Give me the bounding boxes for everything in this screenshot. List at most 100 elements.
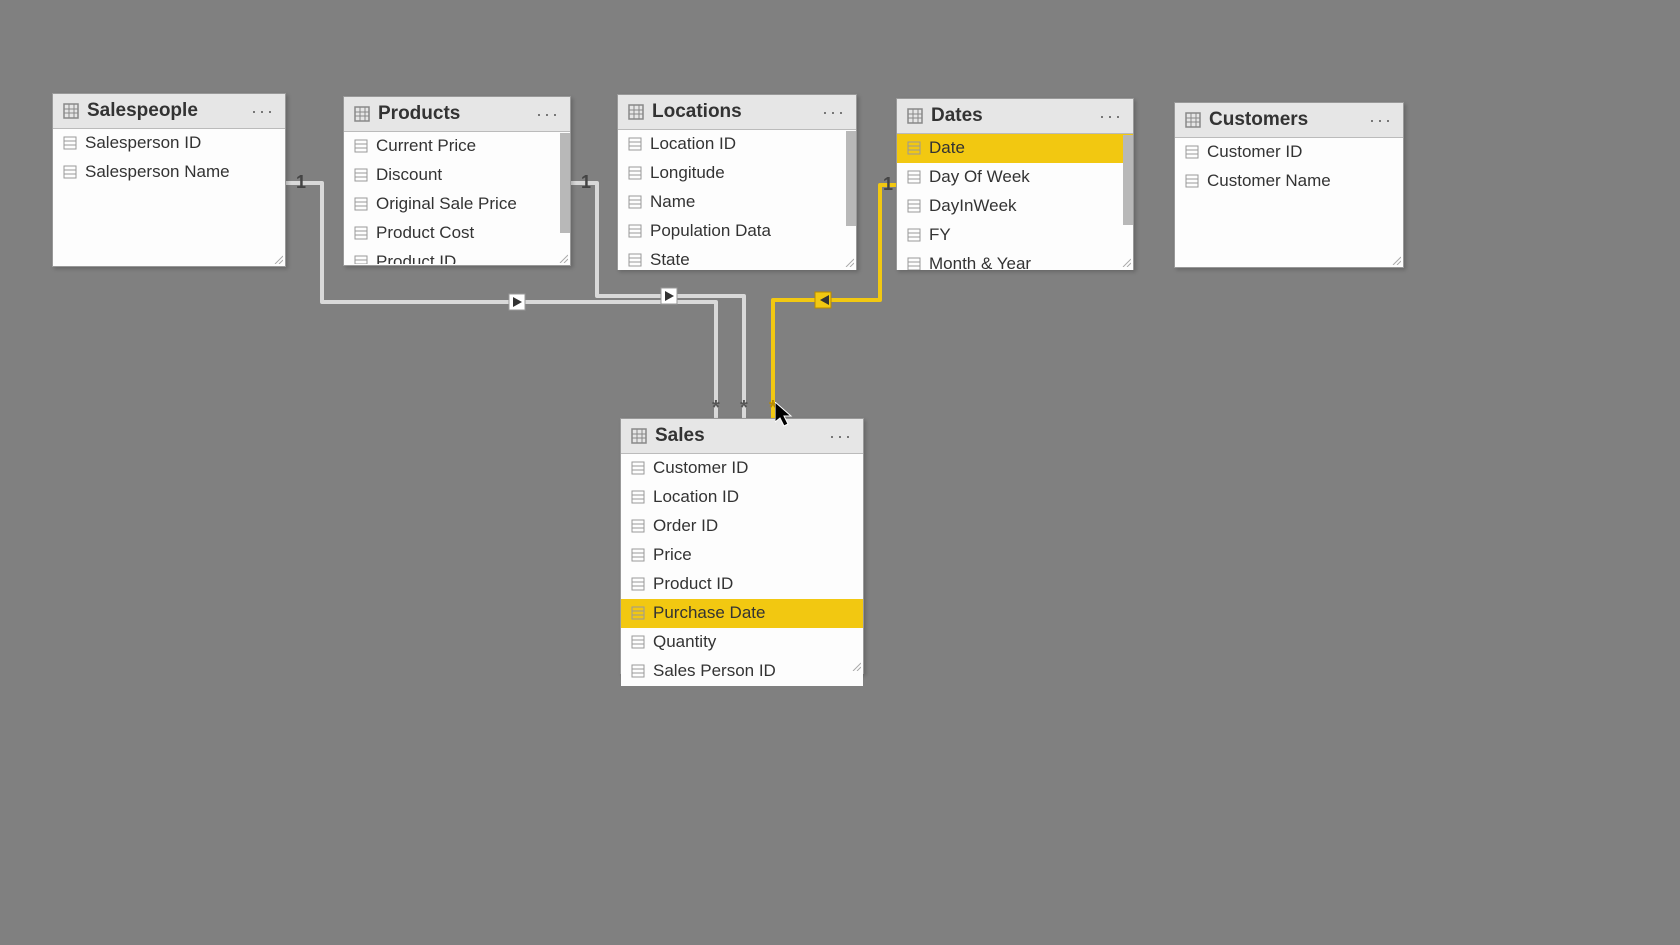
field-longitude[interactable]: Longitude: [618, 159, 856, 188]
field-label: Customer ID: [653, 458, 748, 478]
field-label: Discount: [376, 165, 442, 185]
filter-direction-arrow-dates: [815, 292, 831, 308]
cardinality-one-salespeople: 1: [296, 172, 306, 192]
table-header-products[interactable]: Products ···: [344, 97, 570, 132]
resize-grip-icon[interactable]: [1121, 257, 1131, 267]
table-header-dates[interactable]: Dates ···: [897, 99, 1133, 134]
field-label: Month & Year: [929, 254, 1031, 270]
column-icon: [628, 195, 642, 209]
resize-grip-icon[interactable]: [273, 254, 283, 264]
column-icon: [631, 461, 645, 475]
field-salesperson-id[interactable]: Salesperson ID: [53, 129, 285, 158]
table-title: Dates: [931, 105, 983, 127]
field-label: Salesperson Name: [85, 162, 230, 182]
table-salespeople[interactable]: Salespeople ··· Salesperson ID Salespers…: [52, 93, 286, 267]
column-icon: [1185, 145, 1199, 159]
table-dates[interactable]: Dates ··· Date Day Of Week DayInWeek FY …: [896, 98, 1134, 270]
resize-grip-icon[interactable]: [844, 257, 854, 267]
field-customer-name[interactable]: Customer Name: [1175, 167, 1403, 196]
table-menu-button[interactable]: ···: [822, 102, 846, 123]
field-label: Longitude: [650, 163, 725, 183]
field-sales-salesperson-id[interactable]: Sales Person ID: [621, 657, 863, 686]
field-name[interactable]: Name: [618, 188, 856, 217]
column-icon: [631, 519, 645, 533]
column-icon: [63, 136, 77, 150]
resize-grip-icon[interactable]: [558, 253, 568, 263]
table-header-sales[interactable]: Sales ···: [621, 419, 863, 454]
field-label: Customer Name: [1207, 171, 1331, 191]
resize-grip-icon[interactable]: [1391, 255, 1401, 265]
table-menu-button[interactable]: ···: [536, 104, 560, 125]
field-customer-id[interactable]: Customer ID: [1175, 138, 1403, 167]
column-icon: [631, 577, 645, 591]
column-icon: [628, 137, 642, 151]
field-label: Price: [653, 545, 692, 565]
column-icon: [907, 199, 921, 213]
table-header-locations[interactable]: Locations ···: [618, 95, 856, 130]
field-original-sale-price[interactable]: Original Sale Price: [344, 190, 570, 219]
scrollbar-thumb[interactable]: [560, 133, 570, 233]
column-icon: [354, 197, 368, 211]
cursor-icon: [775, 402, 795, 428]
filter-direction-arrow-salespeople: [509, 294, 525, 310]
field-sales-quantity[interactable]: Quantity: [621, 628, 863, 657]
field-date[interactable]: Date: [897, 134, 1133, 163]
table-icon: [1185, 112, 1201, 128]
field-month-year[interactable]: Month & Year: [897, 250, 1133, 270]
field-product-cost[interactable]: Product Cost: [344, 219, 570, 248]
table-header-customers[interactable]: Customers ···: [1175, 103, 1403, 138]
field-label: Product Cost: [376, 223, 474, 243]
column-icon: [628, 224, 642, 238]
table-menu-button[interactable]: ···: [1099, 106, 1123, 127]
field-label: Day Of Week: [929, 167, 1030, 187]
column-icon: [628, 166, 642, 180]
field-product-id[interactable]: Product ID: [344, 248, 570, 264]
scrollbar-thumb[interactable]: [846, 131, 856, 226]
field-label: Customer ID: [1207, 142, 1302, 162]
cardinality-one-products: 1: [581, 172, 591, 192]
column-icon: [354, 226, 368, 240]
table-header-salespeople[interactable]: Salespeople ···: [53, 94, 285, 129]
cardinality-many-1: *: [712, 397, 720, 419]
table-products[interactable]: Products ··· Current Price Discount Orig…: [343, 96, 571, 266]
model-canvas[interactable]: 1 1 1 * * * Salespeople ···: [0, 0, 1680, 945]
field-fy[interactable]: FY: [897, 221, 1133, 250]
field-sales-order-id[interactable]: Order ID: [621, 512, 863, 541]
table-icon: [63, 103, 79, 119]
field-label: Current Price: [376, 136, 476, 156]
column-icon: [628, 253, 642, 267]
field-dayinweek[interactable]: DayInWeek: [897, 192, 1133, 221]
field-current-price[interactable]: Current Price: [344, 132, 570, 161]
field-label: State: [650, 250, 690, 270]
scrollbar-thumb[interactable]: [1123, 135, 1133, 225]
field-sales-purchase-date[interactable]: Purchase Date: [621, 599, 863, 628]
table-customers[interactable]: Customers ··· Customer ID Customer Name: [1174, 102, 1404, 268]
column-icon: [631, 606, 645, 620]
table-title: Locations: [652, 101, 742, 123]
field-day-of-week[interactable]: Day Of Week: [897, 163, 1133, 192]
field-list: Customer ID Customer Name: [1175, 138, 1403, 196]
field-sales-customer-id[interactable]: Customer ID: [621, 454, 863, 483]
field-location-id[interactable]: Location ID: [618, 130, 856, 159]
field-discount[interactable]: Discount: [344, 161, 570, 190]
field-sales-price[interactable]: Price: [621, 541, 863, 570]
field-sales-product-id[interactable]: Product ID: [621, 570, 863, 599]
field-population-data[interactable]: Population Data: [618, 217, 856, 246]
resize-grip-icon[interactable]: [851, 661, 861, 671]
field-list: Salesperson ID Salesperson Name: [53, 129, 285, 187]
field-label: Location ID: [650, 134, 736, 154]
field-label: Original Sale Price: [376, 194, 517, 214]
field-sales-location-id[interactable]: Location ID: [621, 483, 863, 512]
field-label: Purchase Date: [653, 603, 765, 623]
field-label: Product ID: [376, 252, 456, 264]
table-menu-button[interactable]: ···: [829, 426, 853, 447]
table-menu-button[interactable]: ···: [251, 101, 275, 122]
table-title: Salespeople: [87, 100, 198, 122]
table-sales[interactable]: Sales ··· Customer ID Location ID Order …: [620, 418, 864, 674]
table-menu-button[interactable]: ···: [1369, 110, 1393, 131]
field-salesperson-name[interactable]: Salesperson Name: [53, 158, 285, 187]
field-state[interactable]: State: [618, 246, 856, 270]
table-title: Customers: [1209, 109, 1308, 131]
table-locations[interactable]: Locations ··· Location ID Longitude Name…: [617, 94, 857, 270]
table-icon: [907, 108, 923, 124]
